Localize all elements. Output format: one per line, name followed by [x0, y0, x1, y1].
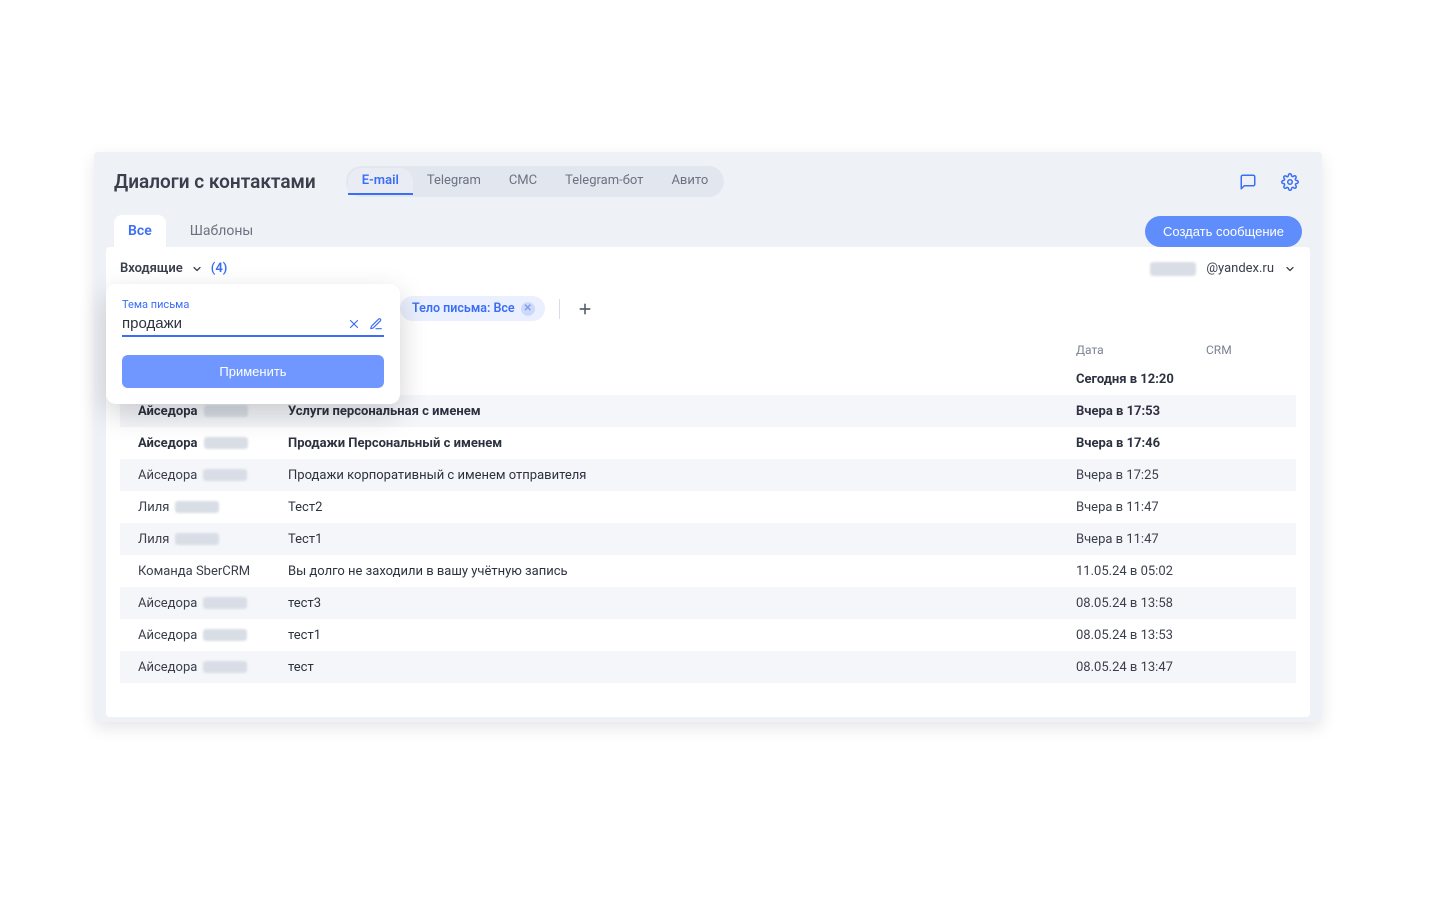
- subject-cell: тест3: [288, 596, 1076, 611]
- filter-chip-body[interactable]: Тело письма: Все ✕: [400, 296, 545, 321]
- table-row[interactable]: Лиля Тест2Вчера в 11:47: [120, 491, 1296, 523]
- subject-cell: Продажи корпоративный с именем отправите…: [288, 468, 1076, 483]
- sender-name: Айседора: [138, 660, 197, 675]
- gear-icon[interactable]: [1278, 170, 1302, 194]
- sender-redacted: [175, 501, 219, 513]
- view-tabs: Все Шаблоны: [114, 215, 267, 247]
- create-message-button[interactable]: Создать сообщение: [1145, 216, 1302, 247]
- table-row[interactable]: Айседора Продажи Персональный с именемВче…: [120, 427, 1296, 459]
- subject-cell: общение: [288, 372, 1076, 387]
- table-row[interactable]: Лиля Тест1Вчера в 11:47: [120, 523, 1296, 555]
- table-row[interactable]: Айседора тест108.05.24 в 13:53: [120, 619, 1296, 651]
- sender-cell: Команда SberCRM: [138, 564, 288, 579]
- channel-tabs: E-mailTelegramСМСTelegram-ботАвито: [346, 166, 725, 197]
- date-cell: Сегодня в 12:20: [1076, 372, 1206, 387]
- table-row[interactable]: Айседора Продажи корпоративный с именем о…: [120, 459, 1296, 491]
- sender-redacted: [203, 629, 247, 641]
- sender-cell: Айседора: [138, 436, 288, 451]
- sender-redacted: [175, 533, 219, 545]
- sender-redacted: [204, 405, 248, 417]
- date-cell: Вчера в 11:47: [1076, 532, 1206, 547]
- add-filter-button[interactable]: [574, 298, 596, 320]
- sender-name: Айседора: [138, 436, 198, 451]
- app-card: Диалоги с контактами E-mailTelegramСМСTe…: [94, 152, 1322, 722]
- date-cell: 08.05.24 в 13:58: [1076, 596, 1206, 611]
- channel-tab[interactable]: Telegram-бот: [551, 168, 657, 195]
- column-crm: CRM: [1206, 343, 1286, 357]
- table-row[interactable]: Айседора тест308.05.24 в 13:58: [120, 587, 1296, 619]
- folder-select[interactable]: Входящие: [120, 261, 183, 276]
- filter-chip-label: Тело письма: Все: [412, 301, 515, 316]
- sender-cell: Айседора: [138, 596, 288, 611]
- sender-cell: Лиля: [138, 500, 288, 515]
- subject-cell: Вы долго не заходили в вашу учётную запи…: [288, 564, 1076, 579]
- date-cell: Вчера в 17:25: [1076, 468, 1206, 483]
- sender-name: Айседора: [138, 596, 197, 611]
- sender-cell: Айседора: [138, 628, 288, 643]
- date-cell: 11.05.24 в 05:02: [1076, 564, 1206, 579]
- sender-cell: Лиля: [138, 532, 288, 547]
- popover-label: Тема письма: [122, 298, 384, 311]
- sender-name: Айседора: [138, 468, 197, 483]
- sender-name: Лиля: [138, 500, 169, 515]
- subject-cell: Продажи Персональный с именем: [288, 436, 1076, 451]
- subject-cell: Тест1: [288, 532, 1076, 547]
- unread-count: (4): [211, 261, 228, 276]
- clear-input-icon[interactable]: [346, 316, 362, 332]
- apply-filter-button[interactable]: Применить: [122, 355, 384, 388]
- close-icon[interactable]: ✕: [521, 302, 535, 316]
- chevron-down-icon[interactable]: [191, 263, 203, 275]
- chevron-down-icon: [1284, 263, 1296, 275]
- divider: [559, 299, 560, 319]
- channel-tab[interactable]: Авито: [657, 168, 722, 195]
- sender-redacted: [203, 469, 247, 481]
- sender-name: Айседора: [138, 628, 197, 643]
- channel-tab[interactable]: СМС: [495, 168, 551, 195]
- folder-line: Входящие (4) @yandex.ru: [120, 261, 1296, 276]
- account-domain: @yandex.ru: [1206, 261, 1274, 276]
- date-cell: Вчера в 11:47: [1076, 500, 1206, 515]
- subject-cell: тест1: [288, 628, 1076, 643]
- account-picker[interactable]: @yandex.ru: [1150, 261, 1296, 276]
- subject-cell: Тест2: [288, 500, 1076, 515]
- column-date: Дата: [1076, 343, 1206, 357]
- sender-cell: Айседора: [138, 404, 288, 419]
- date-cell: 08.05.24 в 13:53: [1076, 628, 1206, 643]
- date-cell: 08.05.24 в 13:47: [1076, 660, 1206, 675]
- subject-filter-popover: Тема письма Применить: [106, 284, 400, 404]
- page-frame: Диалоги с контактами E-mailTelegramСМСTe…: [34, 12, 1414, 872]
- sender-redacted: [203, 661, 247, 673]
- sender-cell: Айседора: [138, 468, 288, 483]
- subject-cell: Услуги персональная с именем: [288, 404, 1076, 419]
- table-row[interactable]: Команда SberCRM Вы долго не заходили в ва…: [120, 555, 1296, 587]
- sender-redacted: [204, 437, 248, 449]
- page-title: Диалоги с контактами: [114, 170, 316, 193]
- sender-name: Команда SberCRM: [138, 564, 250, 579]
- subject-filter-input[interactable]: [122, 315, 340, 332]
- header: Диалоги с контактами E-mailTelegramСМСTe…: [94, 152, 1322, 207]
- date-cell: Вчера в 17:53: [1076, 404, 1206, 419]
- channel-tab[interactable]: E-mail: [348, 168, 413, 195]
- subheader: Все Шаблоны Создать сообщение: [94, 207, 1322, 247]
- table-row[interactable]: Айседора тест08.05.24 в 13:47: [120, 651, 1296, 683]
- channel-tab[interactable]: Telegram: [413, 168, 495, 195]
- sender-redacted: [203, 597, 247, 609]
- view-tab[interactable]: Все: [114, 215, 166, 247]
- subject-cell: тест: [288, 660, 1076, 675]
- sender-name: Айседора: [138, 404, 198, 419]
- view-tab[interactable]: Шаблоны: [176, 215, 268, 247]
- edit-icon[interactable]: [368, 316, 384, 332]
- sender-cell: Айседора: [138, 660, 288, 675]
- sender-name: Лиля: [138, 532, 169, 547]
- date-cell: Вчера в 17:46: [1076, 436, 1206, 451]
- account-name-redacted: [1150, 262, 1196, 276]
- chat-icon[interactable]: [1236, 170, 1260, 194]
